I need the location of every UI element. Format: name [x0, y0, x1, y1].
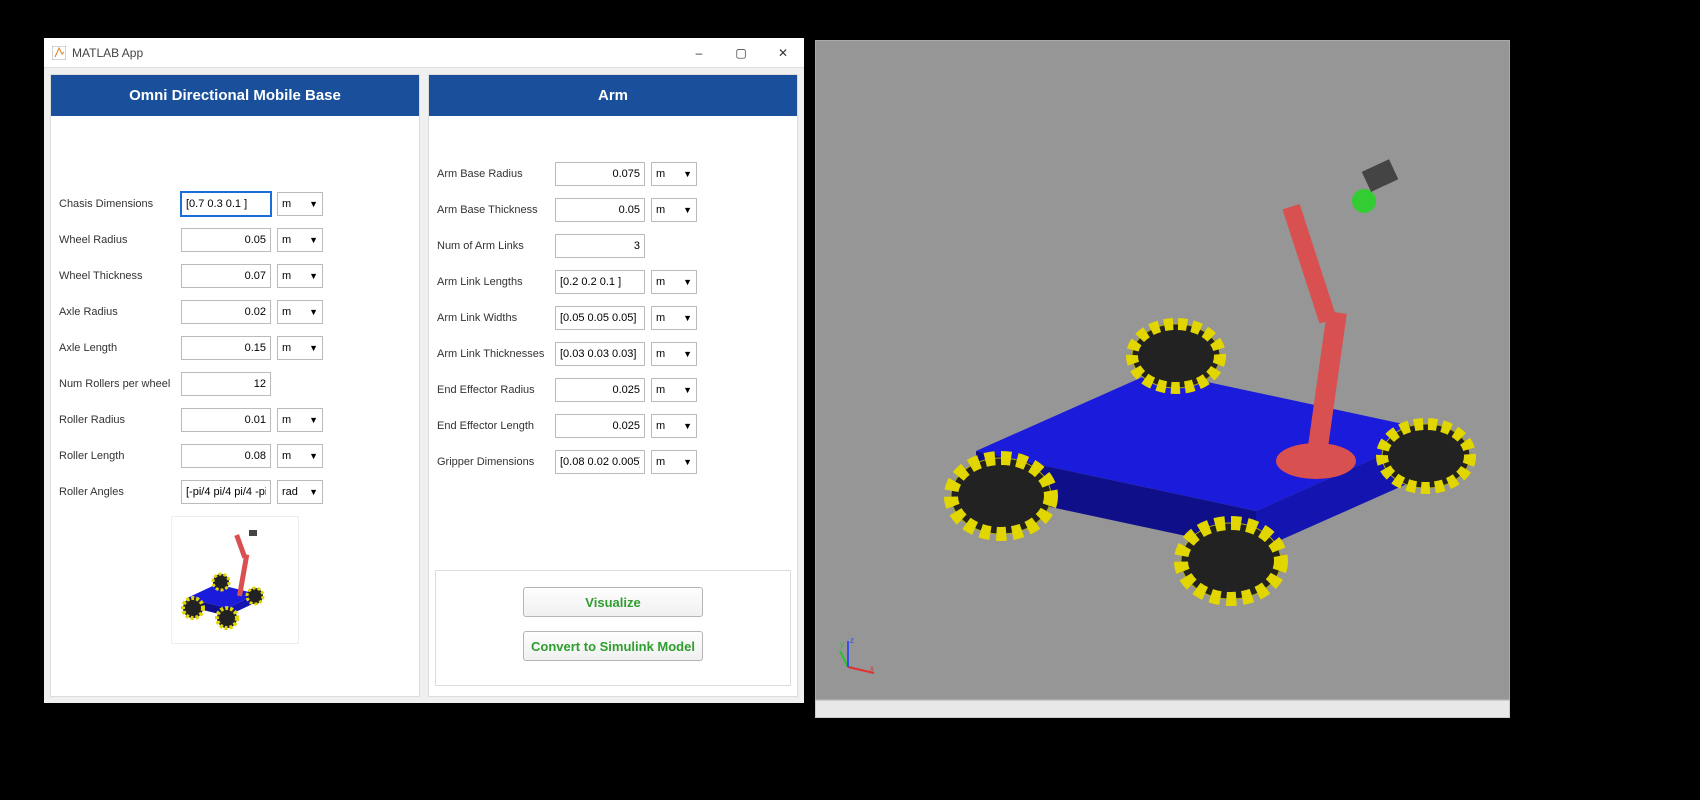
- link-lengths-label: Arm Link Lengths: [437, 276, 549, 288]
- link-widths-input[interactable]: [555, 306, 645, 330]
- action-box: Visualize Convert to Simulink Model: [435, 570, 791, 686]
- link-thicknesses-row: Arm Link Thicknesses m▼: [435, 336, 791, 372]
- link-lengths-unit-select[interactable]: m▼: [651, 270, 697, 294]
- num-links-input[interactable]: [555, 234, 645, 258]
- chassis-input[interactable]: [181, 192, 271, 216]
- ee-length-unit-select[interactable]: m▼: [651, 414, 697, 438]
- arm-panel: Arm Arm Base Radius m▼ Arm Base Thicknes…: [428, 74, 798, 697]
- svg-text:y: y: [840, 640, 844, 649]
- arm-base-thickness-input[interactable]: [555, 198, 645, 222]
- roller-radius-unit-select[interactable]: m▼: [277, 408, 323, 432]
- viewport-3d[interactable]: x y z: [815, 40, 1510, 700]
- wheel-thickness-label: Wheel Thickness: [59, 270, 175, 282]
- roller-length-unit-select[interactable]: m▼: [277, 444, 323, 468]
- wheel-thickness-input[interactable]: [181, 264, 271, 288]
- ee-radius-label: End Effector Radius: [437, 384, 549, 396]
- arm-base-thickness-unit-select[interactable]: m▼: [651, 198, 697, 222]
- roller-angles-input[interactable]: [181, 480, 271, 504]
- link-lengths-row: Arm Link Lengths m▼: [435, 264, 791, 300]
- svg-text:x: x: [870, 664, 874, 673]
- matlab-app-window: MATLAB App – ▢ ✕ Omni Directional Mobile…: [44, 38, 804, 703]
- wheel-thickness-unit-select[interactable]: m▼: [277, 264, 323, 288]
- link-widths-unit-select[interactable]: m▼: [651, 306, 697, 330]
- roller-radius-row: Roller Radius m▼: [57, 402, 413, 438]
- num-rollers-label: Num Rollers per wheel: [59, 378, 175, 390]
- gripper-label: Gripper Dimensions: [437, 456, 549, 468]
- wheel-radius-label: Wheel Radius: [59, 234, 175, 246]
- num-links-row: Num of Arm Links: [435, 228, 791, 264]
- axis-triad-icon: x y z: [838, 637, 878, 677]
- wheel-radius-unit-select[interactable]: m▼: [277, 228, 323, 252]
- base-panel: Omni Directional Mobile Base Chasis Dime…: [50, 74, 420, 697]
- arm-base-radius-label: Arm Base Radius: [437, 168, 549, 180]
- chassis-unit-select[interactable]: m▼: [277, 192, 323, 216]
- arm-base-thickness-label: Arm Base Thickness: [437, 204, 549, 216]
- num-rollers-row: Num Rollers per wheel: [57, 366, 413, 402]
- axle-radius-row: Axle Radius m▼: [57, 294, 413, 330]
- link-thicknesses-label: Arm Link Thicknesses: [437, 348, 549, 360]
- titlebar[interactable]: MATLAB App – ▢ ✕: [44, 38, 804, 68]
- wheel-radius-row: Wheel Radius m▼: [57, 222, 413, 258]
- axle-radius-unit-select[interactable]: m▼: [277, 300, 323, 324]
- axle-length-label: Axle Length: [59, 342, 175, 354]
- roller-length-label: Roller Length: [59, 450, 175, 462]
- arm-base-radius-row: Arm Base Radius m▼: [435, 156, 791, 192]
- gripper-unit-select[interactable]: m▼: [651, 450, 697, 474]
- link-thicknesses-unit-select[interactable]: m▼: [651, 342, 697, 366]
- axle-radius-label: Axle Radius: [59, 306, 175, 318]
- convert-button[interactable]: Convert to Simulink Model: [523, 631, 703, 661]
- arm-panel-header: Arm: [429, 75, 797, 116]
- chassis-label: Chasis Dimensions: [59, 198, 175, 210]
- arm-base-radius-input[interactable]: [555, 162, 645, 186]
- link-lengths-input[interactable]: [555, 270, 645, 294]
- roller-angles-label: Roller Angles: [59, 486, 175, 498]
- base-preview-thumbnail: [171, 516, 299, 644]
- roller-length-input[interactable]: [181, 444, 271, 468]
- ee-length-label: End Effector Length: [437, 420, 549, 432]
- roller-angles-row: Roller Angles rad▼: [57, 474, 413, 510]
- link-widths-label: Arm Link Widths: [437, 312, 549, 324]
- maximize-button[interactable]: ▢: [720, 39, 762, 67]
- axle-radius-input[interactable]: [181, 300, 271, 324]
- ee-radius-unit-select[interactable]: m▼: [651, 378, 697, 402]
- ee-radius-row: End Effector Radius m▼: [435, 372, 791, 408]
- roller-radius-label: Roller Radius: [59, 414, 175, 426]
- robot-render: [816, 41, 1511, 701]
- visualize-button[interactable]: Visualize: [523, 587, 703, 617]
- roller-angles-unit-select[interactable]: rad▼: [277, 480, 323, 504]
- axle-length-input[interactable]: [181, 336, 271, 360]
- roller-radius-input[interactable]: [181, 408, 271, 432]
- num-rollers-input[interactable]: [181, 372, 271, 396]
- wheel-thickness-row: Wheel Thickness m▼: [57, 258, 413, 294]
- ee-radius-input[interactable]: [555, 378, 645, 402]
- wheel-radius-input[interactable]: [181, 228, 271, 252]
- arm-base-thickness-row: Arm Base Thickness m▼: [435, 192, 791, 228]
- close-button[interactable]: ✕: [762, 39, 804, 67]
- axle-length-unit-select[interactable]: m▼: [277, 336, 323, 360]
- link-thicknesses-input[interactable]: [555, 342, 645, 366]
- gripper-row: Gripper Dimensions m▼: [435, 444, 791, 480]
- gripper-input[interactable]: [555, 450, 645, 474]
- link-widths-row: Arm Link Widths m▼: [435, 300, 791, 336]
- axle-length-row: Axle Length m▼: [57, 330, 413, 366]
- matlab-icon: [52, 46, 66, 60]
- ee-length-row: End Effector Length m▼: [435, 408, 791, 444]
- ee-length-input[interactable]: [555, 414, 645, 438]
- roller-length-row: Roller Length m▼: [57, 438, 413, 474]
- viewport-statusbar: [815, 700, 1510, 718]
- num-links-label: Num of Arm Links: [437, 240, 549, 252]
- arm-base-radius-unit-select[interactable]: m▼: [651, 162, 697, 186]
- base-panel-header: Omni Directional Mobile Base: [51, 75, 419, 116]
- svg-text:z: z: [850, 637, 854, 645]
- chassis-row: Chasis Dimensions m▼: [57, 186, 413, 222]
- window-title: MATLAB App: [72, 46, 678, 60]
- minimize-button[interactable]: –: [678, 39, 720, 67]
